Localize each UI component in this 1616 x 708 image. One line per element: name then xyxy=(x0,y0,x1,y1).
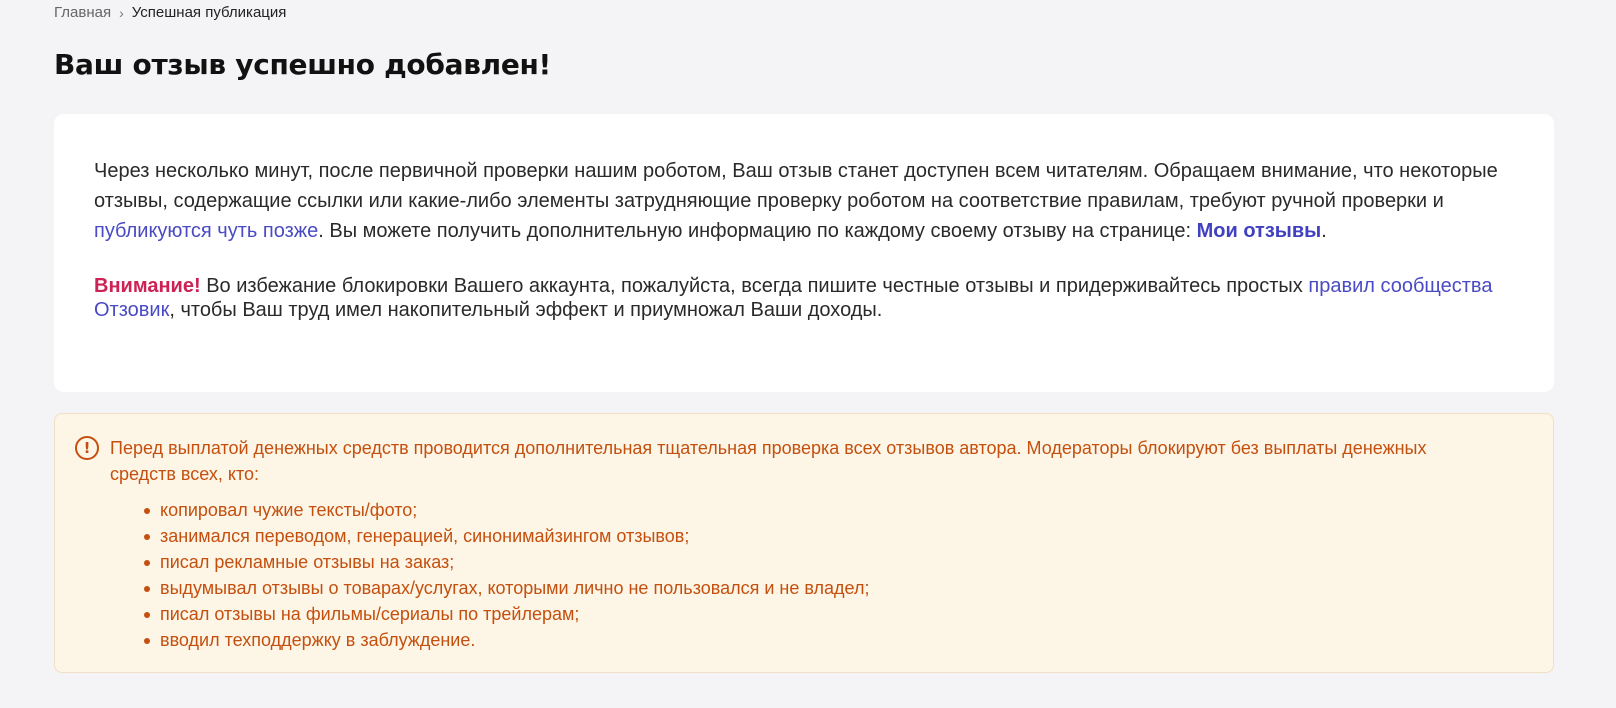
alert-text: Перед выплатой денежных средств проводит… xyxy=(110,438,1427,484)
breadcrumb-separator: › xyxy=(119,4,124,21)
list-item: выдумывал отзывы о товарах/услугах, кото… xyxy=(144,575,1493,601)
list-item: занимался переводом, генерацией, синоним… xyxy=(144,523,1493,549)
breadcrumb-current: Успешная публикация xyxy=(131,4,287,21)
payout-alert: ! Перед выплатой денежных средств провод… xyxy=(54,413,1554,673)
violations-list: копировал чужие тексты/фото; занимался п… xyxy=(110,497,1493,653)
list-item: копировал чужие тексты/фото; xyxy=(144,497,1493,523)
intro-text: Через несколько минут, после первичной п… xyxy=(94,160,1498,212)
warning-text: Во избежание блокировки Вашего аккаунта,… xyxy=(200,275,1309,297)
intro-paragraph: Через несколько минут, после первичной п… xyxy=(94,156,1514,246)
list-item: вводил техподдержку в заблуждение. xyxy=(144,627,1493,653)
list-item: писал отзывы на фильмы/сериалы по трейле… xyxy=(144,601,1493,627)
intro-text-after: . Вы можете получить дополнительную инфо… xyxy=(318,220,1197,242)
breadcrumb: Главная › Успешная публикация xyxy=(54,4,286,21)
page-title: Ваш отзыв успешно добавлен! xyxy=(54,48,552,81)
success-card: Через несколько минут, после первичной п… xyxy=(54,114,1554,392)
breadcrumb-home-link[interactable]: Главная xyxy=(54,4,111,21)
exclamation-circle-icon: ! xyxy=(75,436,99,460)
published-later-link[interactable]: публикуются чуть позже xyxy=(94,220,318,242)
list-item: писал рекламные отзывы на заказ; xyxy=(144,549,1493,575)
my-reviews-link[interactable]: Мои отзывы xyxy=(1197,220,1322,242)
intro-end: . xyxy=(1321,220,1327,242)
attention-label: Внимание! xyxy=(94,275,201,297)
warning-text-after: , чтобы Ваш труд имел накопительный эффе… xyxy=(169,299,883,321)
warning-paragraph: Внимание! Во избежание блокировки Вашего… xyxy=(94,274,1514,322)
